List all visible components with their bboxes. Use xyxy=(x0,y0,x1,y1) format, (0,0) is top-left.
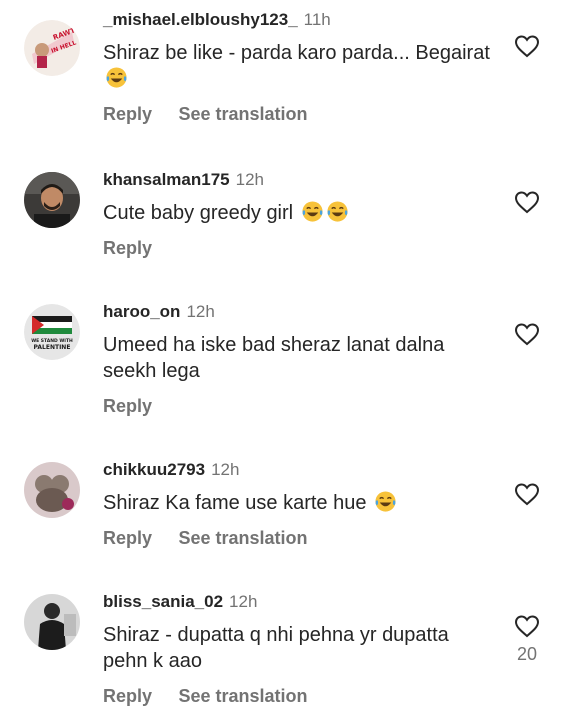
comment-text: Shiraz be like - parda karo parda... Beg… xyxy=(103,40,493,92)
like-button[interactable] xyxy=(512,482,542,512)
comment-actions: Reply xyxy=(103,236,493,260)
avatar[interactable] xyxy=(24,462,80,518)
comment-text-content: Umeed ha iske bad sheraz lanat dalna see… xyxy=(103,334,445,382)
comment-actions: Reply See translation xyxy=(103,102,493,126)
comment-body: bliss_sania_02 12h Shiraz - dupatta q nhi… xyxy=(103,590,493,708)
comment-text: Umeed ha iske bad sheraz lanat dalna see… xyxy=(103,332,483,384)
timestamp: 12h xyxy=(235,170,265,189)
see-translation-button[interactable]: See translation xyxy=(178,686,307,706)
comment-text: Shiraz - dupatta q nhi pehna yr dupatta … xyxy=(103,622,493,674)
comment-body: khansalman175 12h Cute baby greedy girl xyxy=(103,168,493,260)
username[interactable]: khansalman175 xyxy=(103,170,230,189)
comment-body: _mishael.elbloushy123_ 11h Shiraz be like… xyxy=(103,8,493,126)
username[interactable]: _mishael.elbloushy123_ xyxy=(103,10,298,29)
avatar[interactable]: WE STAND WITH PALENTINE xyxy=(24,304,80,360)
comment-body: chikkuu2793 12h Shiraz Ka fame use karte … xyxy=(103,458,493,550)
comment-meta: bliss_sania_02 12h xyxy=(103,590,493,614)
like-button[interactable] xyxy=(512,322,542,352)
heart-outline-icon[interactable] xyxy=(514,614,540,638)
reply-button[interactable]: Reply xyxy=(103,686,152,706)
face-with-tears-of-joy-icon xyxy=(375,491,396,512)
comment-meta: _mishael.elbloushy123_ 11h xyxy=(103,8,493,32)
comment-text: Cute baby greedy girl xyxy=(103,200,493,226)
like-button[interactable] xyxy=(512,34,542,64)
comment-meta: chikkuu2793 12h xyxy=(103,458,493,482)
reply-button[interactable]: Reply xyxy=(103,396,152,416)
comment-meta: khansalman175 12h xyxy=(103,168,493,192)
comment-actions: Reply See translation xyxy=(103,526,493,550)
face-with-tears-of-joy-icon xyxy=(302,201,323,222)
timestamp: 11h xyxy=(303,10,331,29)
username[interactable]: haroo_on xyxy=(103,302,180,321)
comment-text: Shiraz Ka fame use karte hue xyxy=(103,490,493,516)
see-translation-button[interactable]: See translation xyxy=(178,528,307,548)
reply-button[interactable]: Reply xyxy=(103,238,152,258)
username[interactable]: bliss_sania_02 xyxy=(103,592,223,611)
heart-outline-icon[interactable] xyxy=(514,190,540,214)
comment-text-content: Shiraz Ka fame use karte hue xyxy=(103,492,367,514)
see-translation-button[interactable]: See translation xyxy=(178,104,307,124)
face-with-tears-of-joy-icon xyxy=(106,67,127,88)
like-count: 20 xyxy=(516,644,538,664)
avatar[interactable]: RAWT IN HELL xyxy=(24,20,80,76)
reply-button[interactable]: Reply xyxy=(103,104,152,124)
comment-text-content: Cute baby greedy girl xyxy=(103,202,294,224)
heart-outline-icon[interactable] xyxy=(514,34,540,58)
avatar[interactable] xyxy=(24,172,80,228)
avatar[interactable] xyxy=(24,594,80,650)
avatar-text: PALENTINE xyxy=(34,344,71,351)
timestamp: 12h xyxy=(229,592,258,611)
heart-outline-icon[interactable] xyxy=(514,322,540,346)
timestamp: 12h xyxy=(186,302,215,321)
username[interactable]: chikkuu2793 xyxy=(103,460,205,479)
comment-meta: haroo_on 12h xyxy=(103,300,493,324)
comment-body: haroo_on 12h Umeed ha iske bad sheraz lan… xyxy=(103,300,493,418)
reply-button[interactable]: Reply xyxy=(103,528,152,548)
heart-outline-icon[interactable] xyxy=(514,482,540,506)
comment-text-content: Shiraz be like - parda karo parda... Beg… xyxy=(103,42,490,64)
comment-actions: Reply See translation xyxy=(103,684,493,708)
like-button[interactable] xyxy=(512,190,542,220)
face-with-tears-of-joy-icon xyxy=(327,201,348,222)
timestamp: 12h xyxy=(211,460,240,479)
comment-actions: Reply xyxy=(103,394,493,418)
comment-text-content: Shiraz - dupatta q nhi pehna yr dupatta … xyxy=(103,624,449,672)
like-button[interactable]: 20 xyxy=(512,614,542,665)
